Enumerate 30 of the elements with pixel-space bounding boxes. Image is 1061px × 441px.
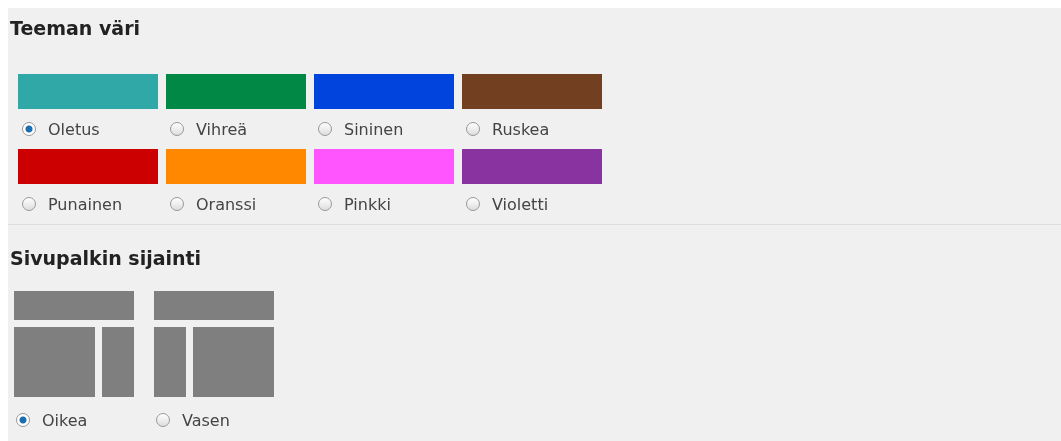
color-swatch[interactable] bbox=[166, 149, 306, 184]
section-title: Sivupalkin sijainti bbox=[10, 246, 203, 271]
color-swatch[interactable] bbox=[18, 149, 158, 184]
option-label: Oranssi bbox=[196, 194, 257, 214]
option-label: Punainen bbox=[48, 194, 123, 214]
color-swatch[interactable] bbox=[462, 149, 602, 184]
radio-button[interactable] bbox=[466, 122, 480, 136]
radio-button[interactable] bbox=[22, 197, 36, 211]
radio-button[interactable] bbox=[16, 413, 30, 427]
option-label: Ruskea bbox=[492, 119, 550, 139]
radio-button[interactable] bbox=[466, 197, 480, 211]
color-swatch[interactable] bbox=[314, 74, 454, 109]
option-label: Oikea bbox=[42, 410, 88, 430]
color-swatch[interactable] bbox=[314, 149, 454, 184]
option-label: Pinkki bbox=[344, 194, 391, 214]
color-swatch[interactable] bbox=[462, 74, 602, 109]
radio-button[interactable] bbox=[170, 122, 184, 136]
section-title: Teeman väri bbox=[10, 16, 142, 41]
color-swatch[interactable] bbox=[166, 74, 306, 109]
option-label: Violetti bbox=[492, 194, 549, 214]
color-swatch[interactable] bbox=[18, 74, 158, 109]
option-label: Oletus bbox=[48, 119, 100, 139]
radio-button[interactable] bbox=[156, 413, 170, 427]
option-label: Vasen bbox=[182, 410, 230, 430]
option-label: Sininen bbox=[344, 119, 404, 139]
radio-button[interactable] bbox=[318, 122, 332, 136]
radio-button[interactable] bbox=[318, 197, 332, 211]
option-label: Vihreä bbox=[196, 119, 248, 139]
radio-button[interactable] bbox=[170, 197, 184, 211]
radio-button[interactable] bbox=[22, 122, 36, 136]
